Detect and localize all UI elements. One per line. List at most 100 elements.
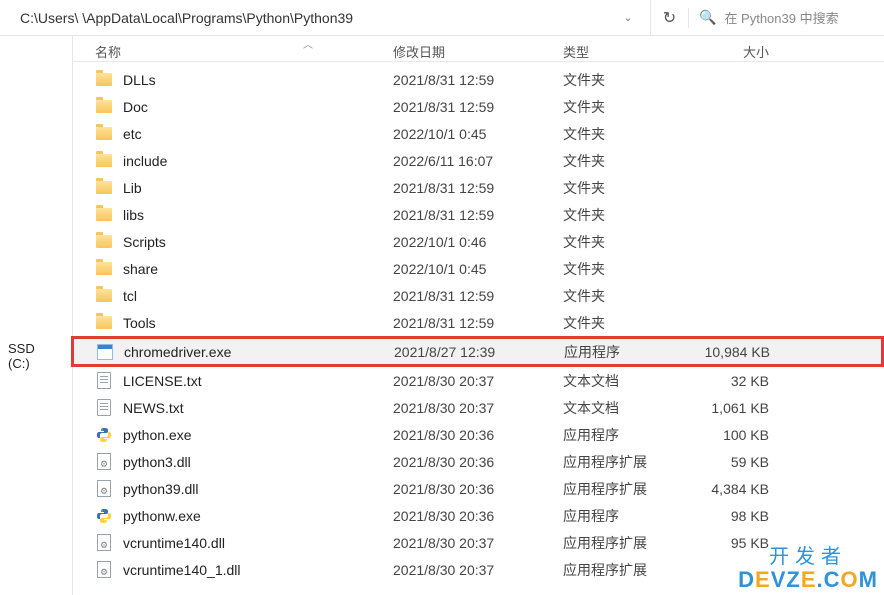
- file-size: 59 KB: [695, 454, 785, 470]
- file-name: vcruntime140.dll: [123, 535, 225, 551]
- refresh-button[interactable]: ↻: [651, 8, 689, 28]
- file-date: 2021/8/31 12:59: [385, 180, 555, 196]
- file-type: 文件夹: [555, 151, 695, 171]
- file-type: 文件夹: [555, 97, 695, 117]
- file-date: 2022/10/1 0:46: [385, 234, 555, 250]
- file-type: 文件夹: [555, 205, 695, 225]
- file-date: 2021/8/31 12:59: [385, 315, 555, 331]
- file-row[interactable]: NEWS.txt2021/8/30 20:37文本文档1,061 KB: [73, 394, 884, 421]
- file-name: share: [123, 261, 158, 277]
- file-list-pane: ︿ 名称 修改日期 类型 大小 DLLs2021/8/31 12:59文件夹Do…: [73, 36, 884, 595]
- file-size: 10,984 KB: [696, 344, 786, 360]
- file-type: 文件夹: [555, 70, 695, 90]
- text-file-icon: [95, 399, 113, 417]
- file-row[interactable]: vcruntime140.dll 2021/8/30 20:37应用程序扩展95 …: [73, 529, 884, 556]
- file-name: pythonw.exe: [123, 508, 201, 524]
- file-name: python.exe: [123, 427, 192, 443]
- nav-sidebar: SSD (C:): [0, 36, 73, 595]
- file-name: Tools: [123, 315, 156, 331]
- file-name: Lib: [123, 180, 142, 196]
- file-date: 2021/8/31 12:59: [385, 72, 555, 88]
- file-row[interactable]: pythonw.exe2021/8/30 20:36应用程序98 KB: [73, 502, 884, 529]
- address-dropdown-icon[interactable]: ⌄: [616, 11, 640, 24]
- folder-icon: [95, 233, 113, 251]
- file-row[interactable]: libs 2021/8/31 12:59文件夹: [73, 201, 884, 228]
- file-type: 应用程序扩展: [555, 452, 695, 472]
- file-date: 2021/8/30 20:37: [385, 400, 555, 416]
- application-icon: [96, 343, 114, 361]
- file-size: 1,061 KB: [695, 400, 785, 416]
- search-icon: 🔍: [699, 9, 716, 26]
- address-bar: C:\Users\ \AppData\Local\Programs\Python…: [0, 0, 884, 36]
- file-type: 应用程序: [556, 342, 696, 362]
- sidebar-item-label: SSD (C:): [8, 341, 35, 371]
- file-row[interactable]: etc2022/10/1 0:45文件夹: [73, 120, 884, 147]
- text-file-icon: [95, 372, 113, 390]
- file-size: 95 KB: [695, 535, 785, 551]
- file-row[interactable]: Doc2021/8/31 12:59文件夹: [73, 93, 884, 120]
- address-path-text: C:\Users\ \AppData\Local\Programs\Python…: [20, 10, 353, 26]
- file-row[interactable]: DLLs 2021/8/31 12:59文件夹: [73, 66, 884, 93]
- file-name: vcruntime140_1.dll: [123, 562, 241, 578]
- file-row[interactable]: include2022/6/11 16:07文件夹: [73, 147, 884, 174]
- col-type[interactable]: 类型: [555, 42, 695, 61]
- file-row[interactable]: LICENSE.txt2021/8/30 20:37文本文档32 KB: [73, 367, 884, 394]
- file-row[interactable]: python3.dll2021/8/30 20:36应用程序扩展59 KB: [73, 448, 884, 475]
- file-type: 文件夹: [555, 259, 695, 279]
- folder-icon: [95, 314, 113, 332]
- file-date: 2021/8/30 20:36: [385, 508, 555, 524]
- folder-icon: [95, 179, 113, 197]
- folder-icon: [95, 71, 113, 89]
- search-box[interactable]: 🔍 在 Python39 中搜索: [689, 8, 884, 27]
- file-row[interactable]: share 2022/10/1 0:45文件夹: [73, 255, 884, 282]
- file-name: chromedriver.exe: [124, 344, 231, 360]
- file-type: 应用程序扩展: [555, 479, 695, 499]
- col-name[interactable]: 名称: [73, 42, 385, 61]
- file-type: 应用程序: [555, 425, 695, 445]
- file-date: 2021/8/30 20:36: [385, 481, 555, 497]
- file-row[interactable]: Lib2021/8/31 12:59文件夹: [73, 174, 884, 201]
- dll-file-icon: [95, 534, 113, 552]
- file-size: 100 KB: [695, 427, 785, 443]
- file-row[interactable]: Tools 2021/8/31 12:59文件夹: [73, 309, 884, 336]
- file-row[interactable]: python.exe 2021/8/30 20:36应用程序100 KB: [73, 421, 884, 448]
- file-row[interactable]: vcruntime140_1.dll2021/8/30 20:37应用程序扩展: [73, 556, 884, 583]
- address-path[interactable]: C:\Users\ \AppData\Local\Programs\Python…: [0, 0, 651, 35]
- file-size: 32 KB: [695, 373, 785, 389]
- file-name: include: [123, 153, 167, 169]
- file-row[interactable]: python39.dll2021/8/30 20:36应用程序扩展4,384 K…: [73, 475, 884, 502]
- file-name: libs: [123, 207, 144, 223]
- folder-icon: [95, 125, 113, 143]
- file-date: 2021/8/30 20:37: [385, 535, 555, 551]
- file-date: 2022/10/1 0:45: [385, 261, 555, 277]
- folder-icon: [95, 260, 113, 278]
- col-size[interactable]: 大小: [695, 42, 785, 61]
- col-date[interactable]: 修改日期: [385, 42, 555, 61]
- file-type: 应用程序: [555, 506, 695, 526]
- search-placeholder: 在 Python39 中搜索: [724, 8, 838, 27]
- dll-file-icon: [95, 480, 113, 498]
- file-type: 应用程序扩展: [555, 533, 695, 553]
- file-type: 应用程序扩展: [555, 560, 695, 580]
- file-date: 2021/8/30 20:36: [385, 454, 555, 470]
- file-name: tcl: [123, 288, 137, 304]
- file-type: 文件夹: [555, 286, 695, 306]
- file-type: 文本文档: [555, 371, 695, 391]
- folder-icon: [95, 152, 113, 170]
- file-date: 2021/8/31 12:59: [385, 99, 555, 115]
- file-name: python39.dll: [123, 481, 199, 497]
- main-area: SSD (C:) ︿ 名称 修改日期 类型 大小 DLLs2021/8/31 1…: [0, 36, 884, 595]
- file-type: 文件夹: [555, 313, 695, 333]
- file-date: 2021/8/31 12:59: [385, 207, 555, 223]
- file-row[interactable]: Scripts2022/10/1 0:46文件夹: [73, 228, 884, 255]
- python-icon: [95, 507, 113, 525]
- file-row[interactable]: chromedriver.exe2021/8/27 12:39应用程序10,98…: [71, 336, 884, 367]
- file-name: DLLs: [123, 72, 156, 88]
- file-rows: DLLs2021/8/31 12:59文件夹Doc2021/8/31 12:59…: [73, 62, 884, 595]
- file-name: etc: [123, 126, 142, 142]
- file-date: 2021/8/30 20:36: [385, 427, 555, 443]
- column-headers: 名称 修改日期 类型 大小: [73, 36, 884, 62]
- sidebar-item-ssd[interactable]: SSD (C:): [0, 337, 66, 375]
- file-name: Scripts: [123, 234, 166, 250]
- file-row[interactable]: tcl2021/8/31 12:59文件夹: [73, 282, 884, 309]
